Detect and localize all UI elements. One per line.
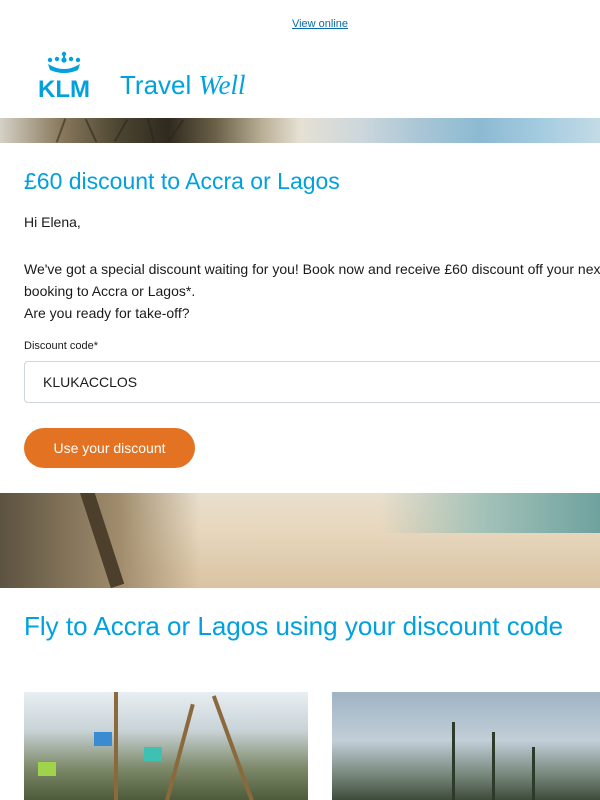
offer-body: We've got a special discount waiting for… [24, 258, 600, 324]
discount-code-label: Discount code* [24, 340, 98, 352]
klm-wordmark: KLM [38, 76, 90, 100]
beach-image [0, 493, 600, 588]
discount-code-field[interactable]: KLUKACCLOS [24, 361, 600, 403]
klm-logo: KLM [38, 51, 90, 100]
view-online-link[interactable]: View online [0, 18, 600, 30]
tagline-italic: Well [198, 70, 246, 100]
brand-header: KLM Travel Well [24, 50, 584, 102]
section-title: Fly to Accra or Lagos using your discoun… [24, 611, 564, 641]
tagline-main: Travel [120, 70, 192, 100]
offer-title: £60 discount to Accra or Lagos [24, 168, 340, 194]
tagline: Travel Well [120, 70, 246, 101]
hero-image-strip [0, 118, 600, 143]
destination-photo-left[interactable] [24, 692, 308, 800]
greeting: Hi Elena, [24, 214, 81, 230]
offer-body-line: booking to Accra or Lagos*. [24, 283, 196, 299]
offer-body-line: We've got a special discount waiting for… [24, 261, 600, 277]
destination-photo-right[interactable] [332, 692, 600, 800]
offer-body-line: Are you ready for take-off? [24, 305, 190, 321]
use-discount-button[interactable]: Use your discount [24, 428, 195, 468]
